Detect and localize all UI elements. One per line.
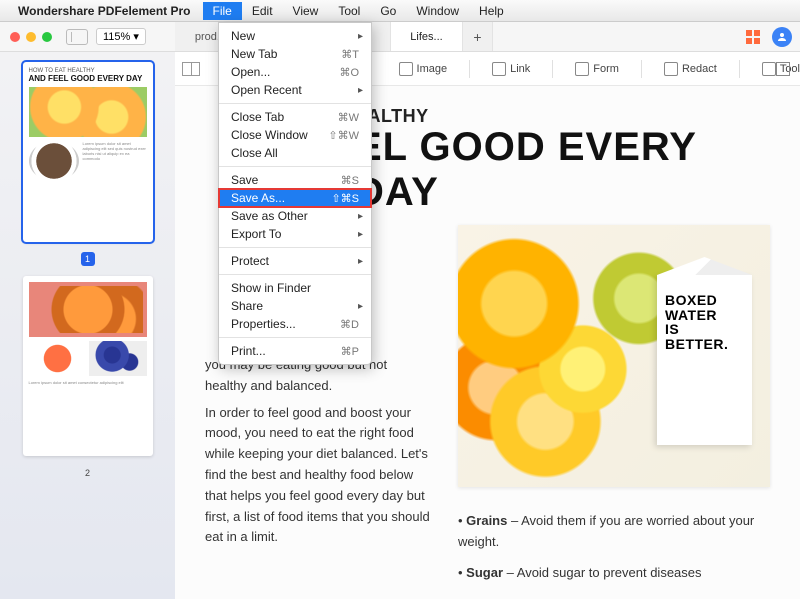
image-icon — [399, 62, 413, 76]
file-menu-new-tab[interactable]: New Tab⌘T — [219, 45, 371, 63]
new-tab-button[interactable]: + — [463, 22, 493, 51]
doc-title: EL GOOD EVERY DAY — [355, 125, 770, 215]
file-menu-show-in-finder[interactable]: Show in Finder — [219, 279, 371, 297]
file-menu-properties[interactable]: Properties...⌘D — [219, 315, 371, 333]
carton-graphic: BOXEDWATERISBETTER. — [657, 275, 752, 445]
app-name: Wondershare PDFelement Pro — [18, 4, 191, 18]
menu-tool[interactable]: Tool — [328, 2, 370, 20]
file-menu-close-tab[interactable]: Close Tab⌘W — [219, 108, 371, 126]
form-tool[interactable]: Form — [575, 62, 619, 76]
user-avatar[interactable] — [772, 27, 792, 47]
file-menu-open[interactable]: Open...⌘O — [219, 63, 371, 81]
file-menu-save-as-other[interactable]: Save as Other — [219, 207, 371, 225]
file-menu-close-all[interactable]: Close All — [219, 144, 371, 162]
file-menu-save-as[interactable]: Save As...⇧⌘S — [219, 189, 371, 207]
form-icon — [575, 62, 589, 76]
file-menu-open-recent[interactable]: Open Recent — [219, 81, 371, 99]
app-grid-icon[interactable] — [746, 30, 760, 44]
menu-bar: Wondershare PDFelement Pro FileEditViewT… — [0, 0, 800, 22]
close-window-icon[interactable] — [10, 32, 20, 42]
hero-image: BOXEDWATERISBETTER. — [458, 225, 770, 487]
menu-help[interactable]: Help — [469, 2, 514, 20]
page-number-2: 2 — [81, 466, 95, 480]
file-menu-close-window[interactable]: Close Window⇧⌘W — [219, 126, 371, 144]
thumb1-coffee-image — [29, 141, 79, 181]
link-tool[interactable]: Link — [492, 62, 530, 76]
page-layout-icon[interactable] — [182, 62, 200, 76]
thumb2-fruit-image — [33, 286, 143, 333]
doc-subtitle: EALTHY — [355, 106, 770, 127]
thumb1-title: AND FEEL GOOD EVERY DAY — [29, 74, 147, 83]
thumb2-text: Lorem ipsum dolor sit amet consectetur a… — [29, 380, 147, 385]
menu-edit[interactable]: Edit — [242, 2, 283, 20]
redact-tool[interactable]: Redact — [664, 62, 717, 76]
file-menu-save[interactable]: Save⌘S — [219, 171, 371, 189]
file-menu-new[interactable]: New — [219, 27, 371, 45]
window-toolbar: 115% ▾ prod...Prod...color2Lifes...+ — [0, 22, 800, 52]
doc-tab-3[interactable]: Lifes... — [391, 22, 463, 51]
page-thumbnail-1[interactable]: HOW TO EAT HEALTHY AND FEEL GOOD EVERY D… — [23, 62, 153, 242]
zoom-window-icon[interactable] — [42, 32, 52, 42]
expand-icon[interactable] — [776, 62, 790, 76]
page-thumbnail-2[interactable]: Lorem ipsum dolor sit amet consectetur a… — [23, 276, 153, 456]
file-menu-protect[interactable]: Protect — [219, 252, 371, 270]
link-icon — [492, 62, 506, 76]
thumb1-image — [29, 87, 147, 137]
file-menu-dropdown: NewNew Tab⌘TOpen...⌘OOpen Recent Close Ta… — [218, 22, 372, 365]
file-menu-export-to[interactable]: Export To — [219, 225, 371, 243]
sidebar-toggle-icon[interactable] — [66, 29, 88, 45]
menu-window[interactable]: Window — [406, 2, 469, 20]
file-menu-share[interactable]: Share — [219, 297, 371, 315]
bullet-list: • Grains – Avoid them if you are worried… — [458, 511, 770, 583]
tool-icon — [762, 62, 776, 76]
menu-view[interactable]: View — [283, 2, 329, 20]
menu-file[interactable]: File — [203, 2, 242, 20]
menu-go[interactable]: Go — [370, 2, 406, 20]
file-menu-print[interactable]: Print...⌘P — [219, 342, 371, 360]
page-number-1: 1 — [81, 252, 95, 266]
redact-icon — [664, 62, 678, 76]
minimize-window-icon[interactable] — [26, 32, 36, 42]
thumbnail-sidebar: HOW TO EAT HEALTHY AND FEEL GOOD EVERY D… — [0, 52, 175, 599]
window-controls — [10, 32, 52, 42]
image-tool[interactable]: Image — [399, 62, 448, 76]
zoom-select[interactable]: 115% ▾ — [96, 28, 146, 45]
